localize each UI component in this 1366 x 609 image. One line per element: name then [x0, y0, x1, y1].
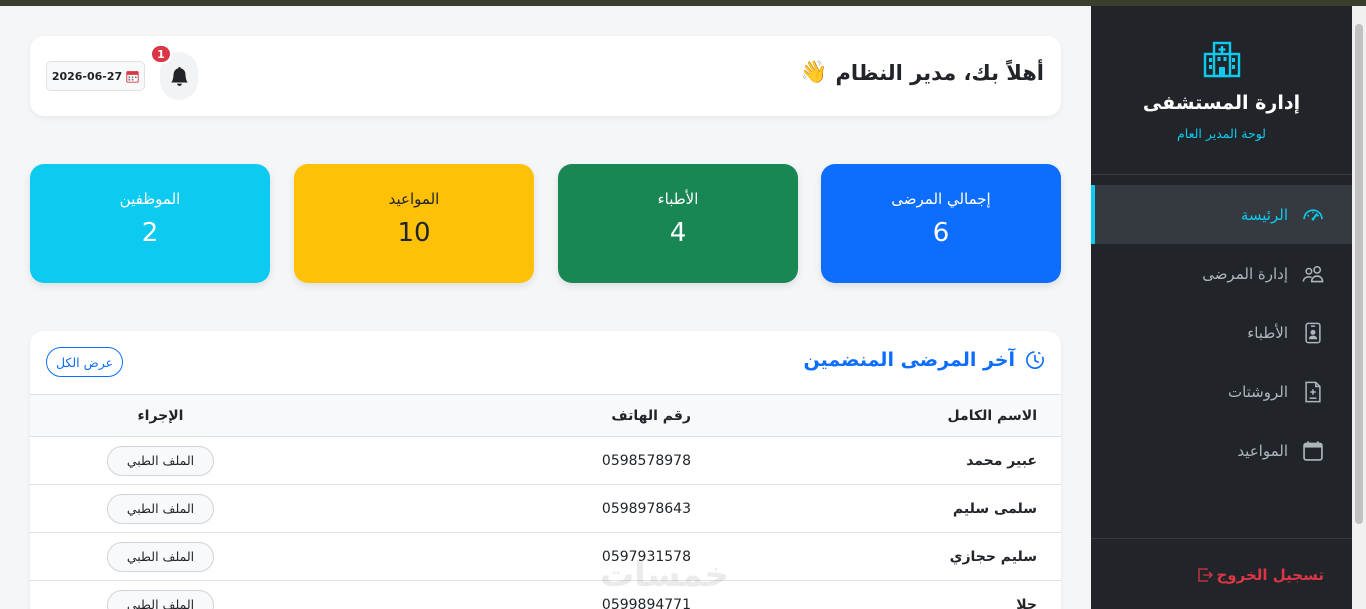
stat-card-patients: إجمالي المرضى 6 [821, 164, 1061, 283]
notification-count-badge: 1 [150, 44, 172, 64]
patient-phone: 0598578978 [291, 436, 691, 485]
stat-value: 10 [397, 218, 431, 248]
view-all-button[interactable]: عرض الكل [46, 347, 123, 377]
watermark: خمسات [600, 555, 729, 595]
stat-value: 4 [669, 218, 687, 248]
hospital-icon [1203, 41, 1240, 78]
recent-patients-heading: آخر المرضى المنضمين [803, 349, 1016, 371]
stat-card-doctors: الأطباء 4 [558, 164, 798, 283]
sidebar-title: إدارة المستشفى [1142, 92, 1301, 114]
patient-name: سلمى سليم [691, 484, 1061, 533]
logout-button[interactable]: تسجيل الخروج [1197, 566, 1325, 584]
sidebar-item-label: الروشتات [1227, 382, 1288, 401]
sidebar: إدارة المستشفى لوحة المدير العام الرئيسة… [1091, 6, 1352, 609]
sidebar-divider [1091, 538, 1352, 539]
date-badge: 2026-06-27 [46, 61, 145, 91]
main-content: أهلاً بك، مدير النظام 👋 1 2026-06-27 إجم… [0, 6, 1091, 609]
sidebar-item-patients[interactable]: إدارة المرضى [1091, 244, 1352, 303]
notifications-button[interactable]: 1 [150, 44, 198, 100]
sidebar-item-prescriptions[interactable]: الروشتات [1091, 362, 1352, 421]
logout-icon [1197, 568, 1213, 582]
welcome-heading: أهلاً بك، مدير النظام 👋 [800, 60, 1044, 85]
sidebar-subtitle: لوحة المدير العام [1177, 126, 1266, 141]
sidebar-item-home[interactable]: الرئيسة [1091, 185, 1352, 244]
welcome-header: أهلاً بك، مدير النظام 👋 1 2026-06-27 [30, 36, 1061, 116]
stat-value: 6 [932, 218, 950, 248]
wave-icon: 👋 [800, 60, 828, 85]
logout-label: تسجيل الخروج [1216, 566, 1325, 584]
speedometer-icon [1303, 208, 1323, 220]
stat-card-employees: الموظفين 2 [30, 164, 270, 283]
patient-phone: 0598978643 [291, 484, 691, 533]
action-cell: الملف الطبي [30, 580, 291, 609]
page-scrollbar[interactable] [1352, 6, 1366, 609]
people-icon [1302, 265, 1324, 282]
column-header-name: الاسم الكامل [691, 394, 1061, 437]
medical-file-button[interactable]: الملف الطبي [107, 541, 214, 572]
sidebar-item-appointments[interactable]: المواعيد [1091, 421, 1352, 480]
recent-patients-card: آخر المرضى المنضمين عرض الكل الاسم الكام… [30, 331, 1061, 609]
patients-table: الاسم الكامل رقم الهاتف الإجراء عبير محم… [30, 394, 1061, 609]
sidebar-nav: الرئيسة إدارة المرضى الأطباء الروشتات ال… [1091, 185, 1352, 480]
stat-label: الأطباء [657, 190, 699, 208]
medical-file-button[interactable]: الملف الطبي [107, 589, 214, 609]
sidebar-item-label: إدارة المرضى [1202, 264, 1288, 283]
table-header-row: الاسم الكامل رقم الهاتف الإجراء [30, 394, 1061, 437]
action-cell: الملف الطبي [30, 532, 291, 581]
recent-patients-title: آخر المرضى المنضمين [804, 349, 1046, 371]
clock-history-icon [1026, 351, 1044, 369]
sidebar-item-label: الرئيسة [1240, 205, 1288, 224]
calendar-icon [1303, 440, 1323, 461]
table-row: عبير محمد 0598578978 الملف الطبي [30, 436, 1061, 485]
medical-file-button[interactable]: الملف الطبي [107, 493, 214, 524]
stat-card-appointments: المواعيد 10 [294, 164, 534, 283]
sidebar-item-label: المواعيد [1237, 441, 1288, 460]
column-header-phone: رقم الهاتف [291, 394, 691, 437]
patient-name: حلا [691, 580, 1061, 609]
stat-label: إجمالي المرضى [891, 190, 991, 208]
stat-label: الموظفين [119, 190, 181, 208]
table-row: سلمى سليم 0598978643 الملف الطبي [30, 484, 1061, 533]
medical-file-button[interactable]: الملف الطبي [107, 445, 214, 476]
sidebar-item-label: الأطباء [1247, 323, 1288, 342]
action-cell: الملف الطبي [30, 436, 291, 485]
sidebar-item-doctors[interactable]: الأطباء [1091, 303, 1352, 362]
patient-name: عبير محمد [691, 436, 1061, 485]
stat-label: المواعيد [388, 190, 440, 208]
table-row: سليم حجازي 0597931578 الملف الطبي [30, 532, 1061, 581]
patient-name: سليم حجازي [691, 532, 1061, 581]
scrollbar-thumb[interactable] [1355, 24, 1363, 524]
welcome-text: أهلاً بك، مدير النظام [835, 60, 1044, 85]
stat-value: 2 [141, 218, 159, 248]
table-row: حلا 0599894771 الملف الطبي [30, 580, 1061, 609]
calendar-icon [126, 70, 139, 83]
bell-icon [170, 66, 188, 86]
action-cell: الملف الطبي [30, 484, 291, 533]
column-header-action: الإجراء [30, 394, 291, 437]
sidebar-brand: إدارة المستشفى لوحة المدير العام [1091, 6, 1352, 175]
prescription-file-icon [1305, 381, 1321, 402]
current-date: 2026-06-27 [51, 69, 123, 83]
person-badge-icon [1305, 322, 1321, 343]
